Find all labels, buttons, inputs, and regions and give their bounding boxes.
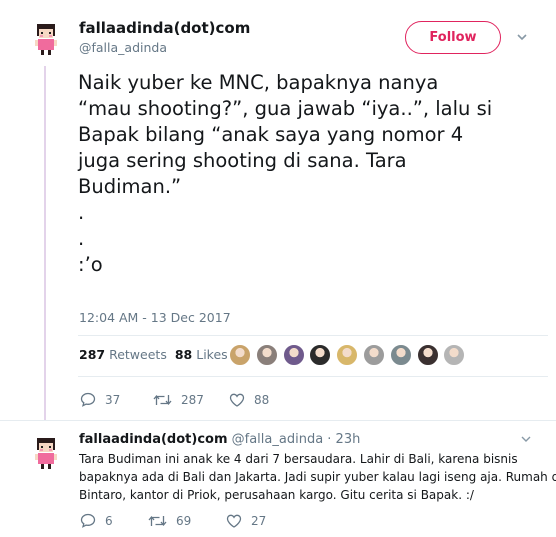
reply-text-line: bapaknya ada di Bali dan Jakarta. Jadi s… bbox=[79, 470, 556, 484]
chevron-down-icon[interactable] bbox=[520, 434, 532, 444]
tweet-text-line: . bbox=[78, 227, 85, 250]
reply-header: fallaadinda(dot)com @falla_adinda · 23h bbox=[79, 432, 360, 447]
likes-label[interactable]: Likes bbox=[196, 347, 227, 362]
retweet-icon bbox=[148, 515, 167, 526]
reply-count: 37 bbox=[105, 392, 121, 407]
liker-avatar[interactable] bbox=[336, 344, 359, 366]
avatar[interactable] bbox=[31, 22, 61, 56]
chevron-down-icon[interactable] bbox=[515, 31, 529, 43]
reply-icon bbox=[80, 392, 96, 407]
like-icon bbox=[226, 514, 242, 528]
tweet-text-line: . bbox=[78, 201, 85, 224]
liker-avatar[interactable] bbox=[282, 344, 305, 366]
reply-text: Tara Budiman ini anak ke 4 dari 7 bersau… bbox=[79, 450, 556, 504]
display-name[interactable]: fallaadinda(dot)com bbox=[79, 432, 228, 447]
liker-avatar[interactable] bbox=[389, 344, 412, 366]
tweet-text-line: Bapak bilang “anak saya yang nomor 4 bbox=[78, 123, 464, 146]
reply-count: 6 bbox=[105, 513, 113, 528]
liker-avatar[interactable] bbox=[229, 344, 251, 366]
retweets-count[interactable]: 287 bbox=[79, 347, 105, 362]
like-button[interactable]: 27 bbox=[226, 514, 266, 528]
tweet-text-line: :’o bbox=[78, 253, 103, 276]
retweet-count: 69 bbox=[176, 513, 192, 528]
tweet-actions: 37 287 88 bbox=[80, 392, 269, 407]
tweet-text-line: Naik yuber ke MNC, bapaknya nanya bbox=[78, 71, 439, 94]
liker-avatar[interactable] bbox=[416, 344, 439, 366]
like-button[interactable]: 88 bbox=[229, 393, 269, 407]
divider bbox=[78, 335, 548, 336]
retweet-icon bbox=[153, 394, 172, 405]
reply-button[interactable]: 6 bbox=[80, 513, 148, 528]
likers-list bbox=[229, 344, 470, 366]
reply-handle-time[interactable]: @falla_adinda · 23h bbox=[232, 432, 361, 447]
reply-icon bbox=[80, 513, 96, 528]
divider bbox=[78, 376, 548, 377]
like-icon bbox=[229, 393, 245, 407]
retweets-label[interactable]: Retweets bbox=[109, 347, 167, 362]
liker-avatar[interactable] bbox=[362, 344, 385, 366]
tweet-text: Naik yuber ke MNC, bapaknya nanya “mau s… bbox=[78, 70, 548, 278]
retweet-button[interactable]: 287 bbox=[153, 393, 229, 407]
tweet-text-line: Budiman.” bbox=[78, 175, 182, 198]
user-handle[interactable]: @falla_adinda bbox=[79, 40, 167, 55]
display-name[interactable]: fallaadinda(dot)com bbox=[79, 19, 250, 37]
liker-avatar[interactable] bbox=[255, 344, 278, 366]
liker-avatar[interactable] bbox=[309, 344, 332, 366]
retweet-count: 287 bbox=[181, 392, 204, 407]
reply-text-line: Bintaro, kantor di Priok, perusahaan kar… bbox=[79, 488, 474, 502]
retweet-button[interactable]: 69 bbox=[148, 514, 226, 528]
like-count: 27 bbox=[251, 513, 267, 528]
tweet-text-line: “mau shooting?”, gua jawab “iya..”, lalu… bbox=[78, 97, 493, 120]
liker-avatar[interactable] bbox=[443, 344, 466, 366]
like-count: 88 bbox=[254, 392, 270, 407]
follow-button[interactable]: Follow bbox=[405, 21, 501, 54]
avatar[interactable] bbox=[31, 436, 61, 470]
tweet-stats: 287 Retweets 88 Likes bbox=[79, 347, 228, 362]
tweet-timestamp[interactable]: 12:04 AM - 13 Dec 2017 bbox=[79, 310, 231, 325]
likes-count[interactable]: 88 bbox=[175, 347, 192, 362]
reply-button[interactable]: 37 bbox=[80, 392, 153, 407]
thread-line bbox=[44, 66, 46, 420]
tweet-text-line: juga sering shooting di sana. Tara bbox=[78, 149, 407, 172]
divider bbox=[0, 420, 556, 421]
reply-actions: 6 69 27 bbox=[80, 513, 266, 528]
reply-text-line: Tara Budiman ini anak ke 4 dari 7 bersau… bbox=[79, 452, 518, 466]
